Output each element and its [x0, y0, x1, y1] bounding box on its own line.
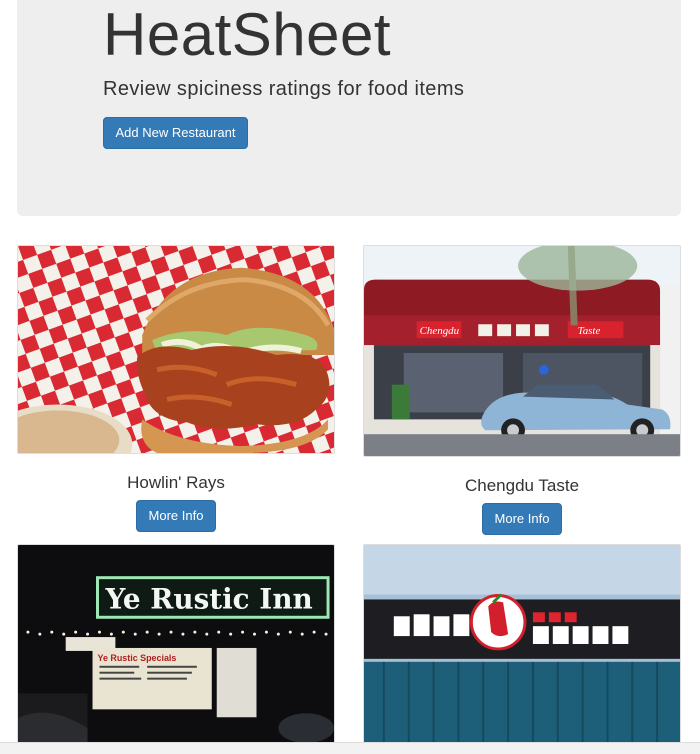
specials-board-text: Ye Rustic Specials	[97, 653, 176, 663]
restaurant-photo[interactable]	[363, 544, 681, 744]
restaurant-card: Chengdu Taste Chengdu Taste More Info	[363, 245, 681, 535]
night-neon-sign-photo: Ye Rustic Inn Ye Rustic Specials	[18, 545, 334, 743]
svg-text:Chengdu: Chengdu	[420, 325, 460, 337]
restaurant-photo[interactable]: Chengdu Taste	[363, 245, 681, 457]
more-info-button[interactable]: More Info	[482, 503, 562, 535]
svg-text:Taste: Taste	[578, 325, 601, 337]
more-info-button[interactable]: More Info	[136, 500, 216, 532]
hero-banner: HeatSheet Review spiciness ratings for f…	[17, 0, 681, 216]
restaurant-name: Chengdu Taste	[464, 476, 580, 495]
restaurant-card: Ye Rustic Inn Ye Rustic Specials	[17, 544, 335, 744]
restaurant-name: Howlin' Rays	[127, 473, 225, 492]
restaurant-card: Howlin' Rays More Info	[17, 245, 335, 535]
restaurant-photo[interactable]	[17, 245, 335, 454]
storefront-red-awning-photo: Chengdu Taste	[364, 246, 680, 456]
add-restaurant-button[interactable]: Add New Restaurant	[103, 117, 248, 149]
window-bottom-edge	[0, 742, 700, 754]
neon-sign-text: Ye Rustic Inn	[104, 582, 312, 615]
restaurant-card	[363, 544, 681, 744]
page-title: HeatSheet	[103, 1, 392, 68]
fried-chicken-sandwich-photo	[18, 246, 334, 453]
restaurant-photo[interactable]: Ye Rustic Inn Ye Rustic Specials	[17, 544, 335, 744]
korean-restaurant-sign-photo	[364, 545, 680, 743]
page-subtitle: Review spiciness ratings for food items	[103, 78, 465, 100]
